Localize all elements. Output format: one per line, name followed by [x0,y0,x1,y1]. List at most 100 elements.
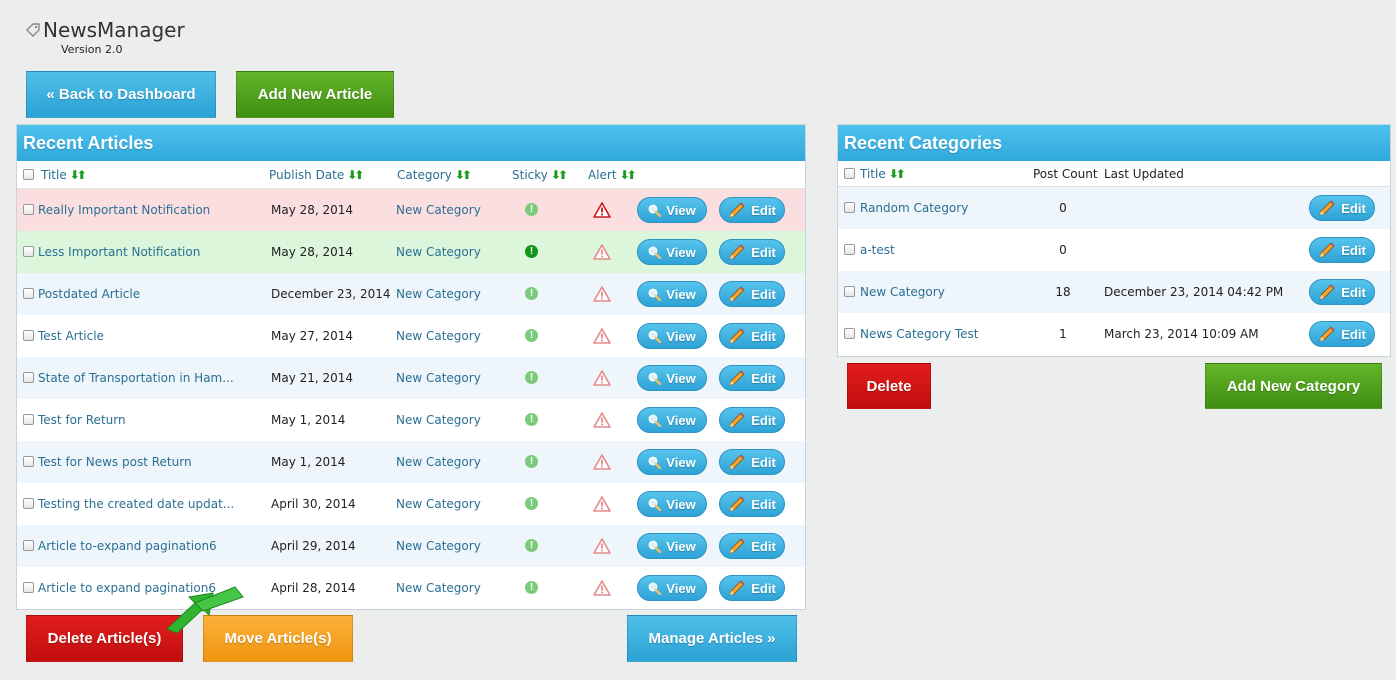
select-all-articles-checkbox[interactable] [23,169,34,180]
select-all-categories-checkbox[interactable] [844,168,855,179]
exclamation-circle-icon[interactable]: ! [525,329,538,342]
article-title-link[interactable]: State of Transportation in Ham... [38,371,234,385]
article-category-link[interactable]: New Category [396,455,481,469]
view-article-button[interactable]: View [637,365,707,391]
view-article-button[interactable]: View [637,533,707,559]
warning-triangle-icon [593,454,611,470]
category-checkbox[interactable] [844,244,855,255]
cat-col-title-sort[interactable]: Title ⬇⬆ [860,167,906,181]
manage-articles-button[interactable]: Manage Articles » [627,615,797,662]
article-row: Article to expand pagination6 April 28, 2… [17,567,805,609]
edit-article-button[interactable]: Edit [719,575,785,601]
article-category-link[interactable]: New Category [396,497,481,511]
article-category-link[interactable]: New Category [396,245,481,259]
article-title-link[interactable]: Test Article [38,329,104,343]
article-title-link[interactable]: Article to-expand pagination6 [38,539,217,553]
exclamation-circle-icon[interactable]: ! [525,245,538,258]
delete-articles-button[interactable]: Delete Article(s) [26,615,183,662]
col-publish-date-sort[interactable]: Publish Date ⬇⬆ [269,168,364,182]
edit-article-button[interactable]: Edit [719,239,785,265]
category-checkbox[interactable] [844,328,855,339]
edit-article-button[interactable]: Edit [719,281,785,307]
add-new-category-button[interactable]: Add New Category [1205,363,1382,409]
alert-toggle[interactable] [593,412,611,428]
edit-category-button[interactable]: Edit [1309,279,1375,305]
exclamation-circle-icon[interactable]: ! [525,581,538,594]
view-article-button[interactable]: View [637,281,707,307]
alert-toggle[interactable] [593,202,611,218]
view-article-button[interactable]: View [637,407,707,433]
back-to-dashboard-button[interactable]: « Back to Dashboard [26,71,216,118]
alert-toggle[interactable] [593,454,611,470]
view-article-button[interactable]: View [637,449,707,475]
article-checkbox[interactable] [23,288,34,299]
article-checkbox[interactable] [23,540,34,551]
article-checkbox[interactable] [23,204,34,215]
col-title-sort[interactable]: Title ⬇⬆ [41,168,87,182]
exclamation-circle-icon[interactable]: ! [525,287,538,300]
article-category-link[interactable]: New Category [396,413,481,427]
article-title-link[interactable]: Postdated Article [38,287,140,301]
article-checkbox[interactable] [23,582,34,593]
edit-category-button[interactable]: Edit [1309,321,1375,347]
exclamation-circle-icon[interactable]: ! [525,413,538,426]
article-title-link[interactable]: Testing the created date updat... [38,497,234,511]
article-checkbox[interactable] [23,456,34,467]
edit-article-button[interactable]: Edit [719,323,785,349]
article-checkbox[interactable] [23,414,34,425]
article-title-link[interactable]: Less Important Notification [38,245,200,259]
edit-article-button[interactable]: Edit [719,449,785,475]
exclamation-circle-icon[interactable]: ! [525,539,538,552]
alert-toggle[interactable] [593,244,611,260]
edit-category-button[interactable]: Edit [1309,237,1375,263]
alert-toggle[interactable] [593,580,611,596]
article-checkbox[interactable] [23,246,34,257]
alert-toggle[interactable] [593,286,611,302]
alert-toggle[interactable] [593,538,611,554]
category-post-count: 0 [1059,201,1067,215]
col-alert-sort[interactable]: Alert ⬇⬆ [588,168,637,182]
delete-categories-button[interactable]: Delete [847,363,931,409]
add-new-article-button[interactable]: Add New Article [236,71,394,118]
col-sticky-sort[interactable]: Sticky ⬇⬆ [512,168,568,182]
col-category-sort[interactable]: Category ⬇⬆ [397,168,472,182]
article-category-link[interactable]: New Category [396,287,481,301]
category-title-link[interactable]: Random Category [860,201,968,215]
category-title-link[interactable]: New Category [860,285,945,299]
edit-article-button[interactable]: Edit [719,533,785,559]
view-article-button[interactable]: View [637,197,707,223]
article-publish-date: April 29, 2014 [271,539,356,553]
view-article-button[interactable]: View [637,239,707,265]
edit-article-button[interactable]: Edit [719,197,785,223]
view-article-button[interactable]: View [637,491,707,517]
edit-label: Edit [751,244,776,260]
edit-article-button[interactable]: Edit [719,407,785,433]
article-category-link[interactable]: New Category [396,581,481,595]
exclamation-circle-icon[interactable]: ! [525,497,538,510]
edit-category-button[interactable]: Edit [1309,195,1375,221]
exclamation-circle-icon[interactable]: ! [525,203,538,216]
exclamation-circle-icon[interactable]: ! [525,455,538,468]
article-checkbox[interactable] [23,372,34,383]
alert-toggle[interactable] [593,328,611,344]
article-category-link[interactable]: New Category [396,539,481,553]
category-title-link[interactable]: News Category Test [860,327,979,341]
article-category-link[interactable]: New Category [396,329,481,343]
article-title-link[interactable]: Really Important Notification [38,203,210,217]
article-checkbox[interactable] [23,498,34,509]
category-checkbox[interactable] [844,286,855,297]
view-article-button[interactable]: View [637,323,707,349]
edit-article-button[interactable]: Edit [719,491,785,517]
category-checkbox[interactable] [844,202,855,213]
exclamation-circle-icon[interactable]: ! [525,371,538,384]
alert-toggle[interactable] [593,496,611,512]
article-title-link[interactable]: Test for Return [38,413,126,427]
article-category-link[interactable]: New Category [396,203,481,217]
view-article-button[interactable]: View [637,575,707,601]
article-category-link[interactable]: New Category [396,371,481,385]
category-title-link[interactable]: a-test [860,243,895,257]
alert-toggle[interactable] [593,370,611,386]
article-checkbox[interactable] [23,330,34,341]
article-title-link[interactable]: Test for News post Return [38,455,192,469]
edit-article-button[interactable]: Edit [719,365,785,391]
